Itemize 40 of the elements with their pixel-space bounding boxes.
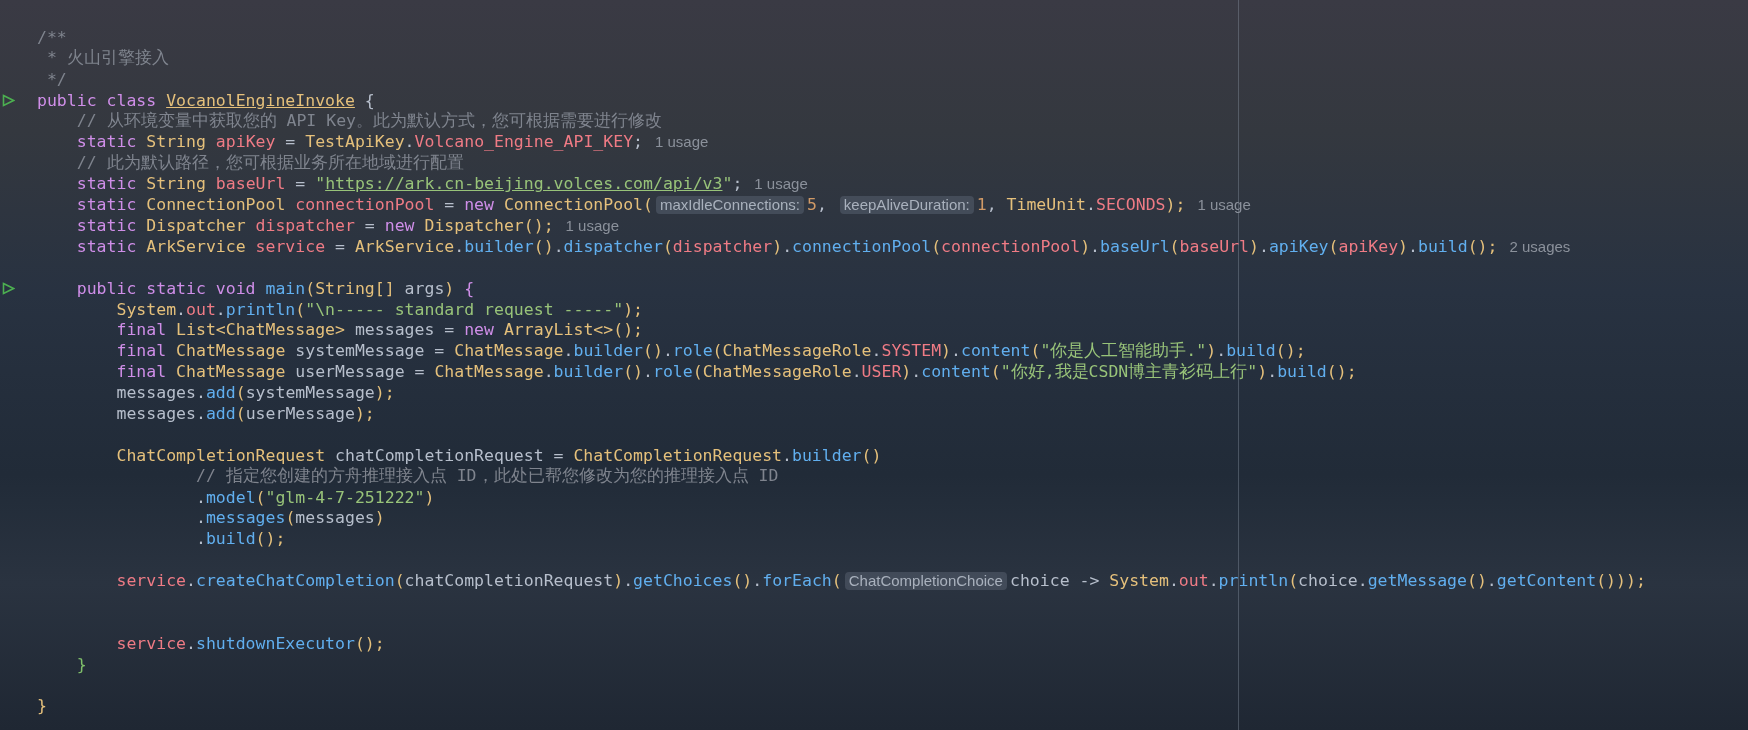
code-text: public static void main(String[] args) {	[75, 278, 475, 298]
code-text: final List<ChatMessage> messages = new ArrayList<>();	[115, 320, 643, 340]
run-icon[interactable]	[2, 281, 15, 295]
code-text: /**	[37, 27, 67, 47]
parameter-hint: keepAliveDuration:	[839, 195, 974, 214]
code-text: choice -> System.out.println(choice.getMessage().getContent()));	[1009, 571, 1646, 591]
code-text: service.createChatCompletion(chatCompletionRequest).getChoices().forEach(	[115, 571, 842, 591]
usage-count[interactable]: 2 usages	[1509, 237, 1571, 255]
code-text: 5,	[807, 195, 828, 215]
code-text: static String baseUrl = "https://ark.cn-beijing.volces.com/api/v3";	[75, 174, 743, 194]
code-text: .build();	[194, 529, 286, 549]
parameter-hint: ChatCompletionChoice	[844, 571, 1007, 590]
code-text: messages.add(userMessage);	[115, 403, 375, 423]
code-text: .messages(messages)	[194, 508, 385, 528]
code-text: * 火山引擎接入	[45, 47, 169, 70]
parameter-hint: maxIdleConnections:	[655, 195, 805, 214]
code-text: // 从环境变量中获取您的 API Key。此为默认方式，您可根据需要进行修改	[75, 110, 662, 132]
usage-count[interactable]: 1 usage	[1197, 196, 1251, 214]
usage-count[interactable]: 1 usage	[754, 175, 808, 193]
code-text: .model("glm-4-7-251222")	[194, 487, 435, 507]
code-text: System.out.println("\n----- standard request -----");	[115, 299, 643, 319]
code-text: static ConnectionPool connectionPool = new ConnectionPool(	[75, 195, 653, 215]
usage-count[interactable]: 1 usage	[655, 133, 709, 151]
code-text: service.shutdownExecutor();	[115, 633, 385, 653]
code-text: // 此为默认路径，您可根据业务所在地域进行配置	[75, 151, 464, 174]
code-text: static String apiKey = TestApiKey.Volcano_Engine_API_KEY;	[75, 132, 643, 152]
code-text: final ChatMessage userMessage = ChatMessage.builder().role(ChatMessageRole.USER).content("你好,我是CSDN博主青衫码上行").build();	[115, 360, 1357, 383]
code-text: static Dispatcher dispatcher = new Dispatcher();	[75, 215, 554, 235]
code-text: messages.add(systemMessage);	[115, 383, 395, 403]
code-text: final ChatMessage systemMessage = ChatMessage.builder().role(ChatMessageRole.SYSTEM).content("你是人工智能助手.").build();	[115, 339, 1306, 362]
code-text: // 指定您创建的方舟推理接入点 ID，此处已帮您修改为您的推理接入点 ID	[194, 465, 779, 488]
code-text: }	[75, 654, 87, 674]
run-icon[interactable]	[2, 93, 15, 107]
code-text: public class VocanolEngineInvoke {	[37, 90, 375, 110]
usage-count[interactable]: 1 usage	[565, 216, 619, 234]
code-text: */	[45, 69, 67, 89]
code-text: ChatCompletionRequest chatCompletionRequest = ChatCompletionRequest.builder()	[115, 445, 882, 465]
code-text: }	[37, 696, 47, 716]
code-text: static ArkService service = ArkService.builder().dispatcher(dispatcher).connectionPool(connectionPool).baseUrl(baseUrl).apiKey(apiKey).build();	[75, 236, 1498, 256]
code-text: 1, TimeUnit.SECONDS);	[976, 195, 1186, 215]
